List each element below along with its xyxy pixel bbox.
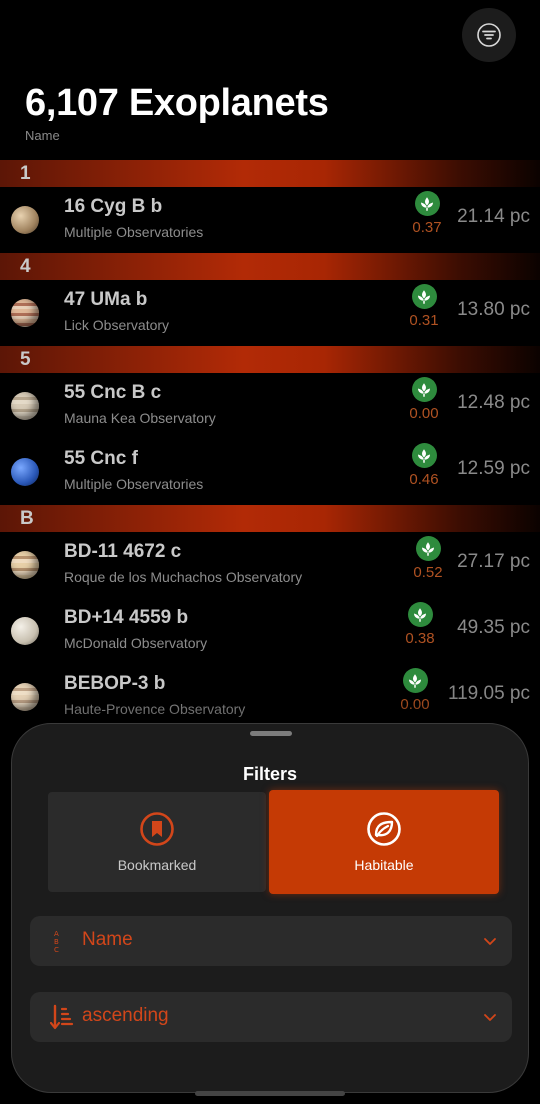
habitability-score: 0.38 xyxy=(405,630,435,647)
distance: 49.35 pc xyxy=(457,617,530,638)
habitable-leaf-icon xyxy=(411,377,437,402)
habitability-score: 0.52 xyxy=(413,564,443,581)
section-label: 4 xyxy=(20,256,31,277)
habitable-leaf-icon xyxy=(414,191,440,216)
observatory: Multiple Observatories xyxy=(64,476,204,492)
habitability: 0.00 xyxy=(404,377,444,422)
bookmarked-filter-button[interactable]: Bookmarked xyxy=(48,792,266,892)
observatory: Haute-Provence Observatory xyxy=(64,701,246,717)
section-header: 4 xyxy=(0,253,540,280)
planet-name: BD-11 4672 c xyxy=(64,541,182,562)
distance: 12.48 pc xyxy=(457,392,530,413)
planet-thumbnail xyxy=(11,458,39,486)
planet-thumbnail xyxy=(11,299,39,327)
sort-caption: Name xyxy=(25,128,60,143)
habitable-label: Habitable xyxy=(354,857,414,873)
filter-button[interactable] xyxy=(462,8,516,62)
habitability: 0.52 xyxy=(408,536,448,581)
habitability-score: 0.00 xyxy=(400,696,430,713)
list-item[interactable]: 55 Cnc B c Mauna Kea Observatory 0.00 12… xyxy=(0,373,540,439)
distance: 21.14 pc xyxy=(457,206,530,227)
chevron-down-icon xyxy=(484,1014,496,1021)
observatory: McDonald Observatory xyxy=(64,635,208,651)
habitable-leaf-icon xyxy=(402,668,428,693)
habitability-score: 0.46 xyxy=(409,471,439,488)
habitable-filter-button[interactable]: Habitable xyxy=(269,790,499,894)
page-title: 6,107 Exoplanets xyxy=(25,82,329,124)
planet-thumbnail xyxy=(11,617,39,645)
distance: 27.17 pc xyxy=(457,551,530,572)
planet-thumbnail xyxy=(11,551,39,579)
sort-field-picker[interactable]: A B C Name xyxy=(30,916,512,966)
habitability: 0.31 xyxy=(404,284,444,329)
sort-order-value: ascending xyxy=(82,1005,169,1026)
planet-name: BEBOP-3 b xyxy=(64,673,166,694)
svg-text:C: C xyxy=(54,946,59,954)
planet-name: 16 Cyg B b xyxy=(64,196,163,217)
list-item[interactable]: BD+14 4559 b McDonald Observatory 0.38 4… xyxy=(0,598,540,664)
abc-sort-icon: A B C xyxy=(54,930,59,954)
list-item[interactable]: BD-11 4672 c Roque de los Muchachos Obse… xyxy=(0,532,540,598)
planet-thumbnail xyxy=(11,206,39,234)
bookmark-icon xyxy=(140,812,174,846)
habitable-leaf-icon xyxy=(415,536,441,561)
planet-thumbnail xyxy=(11,392,39,420)
habitability: 0.46 xyxy=(404,443,444,488)
planet-name: 47 UMa b xyxy=(64,289,148,310)
habitability-score: 0.00 xyxy=(409,405,439,422)
home-indicator xyxy=(195,1091,345,1096)
distance: 12.59 pc xyxy=(457,458,530,479)
sort-field-value: Name xyxy=(82,929,133,950)
exoplanet-list[interactable]: 1 16 Cyg B b Multiple Observatories 0.37… xyxy=(0,160,540,730)
svg-text:B: B xyxy=(54,938,59,946)
habitability: 0.00 xyxy=(395,668,435,713)
list-item[interactable]: 16 Cyg B b Multiple Observatories 0.37 2… xyxy=(0,187,540,253)
section-header: 5 xyxy=(0,346,540,373)
sheet-grabber[interactable] xyxy=(250,731,292,736)
section-label: 1 xyxy=(20,163,31,184)
habitability: 0.37 xyxy=(407,191,447,236)
observatory: Roque de los Muchachos Observatory xyxy=(64,569,303,585)
observatory: Mauna Kea Observatory xyxy=(64,410,216,426)
sort-order-picker[interactable]: ascending xyxy=(30,992,512,1042)
planet-name: BD+14 4559 b xyxy=(64,607,189,628)
section-label: 5 xyxy=(20,349,31,370)
filter-lines-icon xyxy=(477,23,501,47)
chevron-down-icon xyxy=(484,938,496,945)
habitability-score: 0.31 xyxy=(409,312,439,329)
habitability-score: 0.37 xyxy=(412,219,442,236)
leaf-icon xyxy=(367,812,401,846)
filter-segmented-control[interactable]: Bookmarked Habitable xyxy=(48,790,500,894)
observatory: Lick Observatory xyxy=(64,317,170,333)
bookmarked-label: Bookmarked xyxy=(117,857,197,873)
habitable-leaf-icon xyxy=(411,443,437,468)
planet-thumbnail xyxy=(11,683,39,711)
habitable-leaf-icon xyxy=(411,284,437,309)
habitability: 0.38 xyxy=(400,602,440,647)
sort-ascending-icon xyxy=(50,1004,74,1030)
section-label: B xyxy=(20,508,34,529)
sheet-title: Filters xyxy=(242,764,298,784)
planet-name: 55 Cnc f xyxy=(64,448,138,469)
observatory: Multiple Observatories xyxy=(64,224,204,240)
filters-sheet[interactable]: Filters Bookmarked Habitable A B C Name xyxy=(11,723,529,1093)
distance: 119.05 pc xyxy=(447,683,530,704)
section-header: 1 xyxy=(0,160,540,187)
planet-name: 55 Cnc B c xyxy=(64,382,162,403)
svg-text:A: A xyxy=(54,930,59,938)
list-item[interactable]: 55 Cnc f Multiple Observatories 0.46 12.… xyxy=(0,439,540,505)
list-item[interactable]: BEBOP-3 b Haute-Provence Observatory 0.0… xyxy=(0,664,540,730)
section-header: B xyxy=(0,505,540,532)
distance: 13.80 pc xyxy=(457,299,530,320)
habitable-leaf-icon xyxy=(407,602,433,627)
list-item[interactable]: 47 UMa b Lick Observatory 0.31 13.80 pc xyxy=(0,280,540,346)
